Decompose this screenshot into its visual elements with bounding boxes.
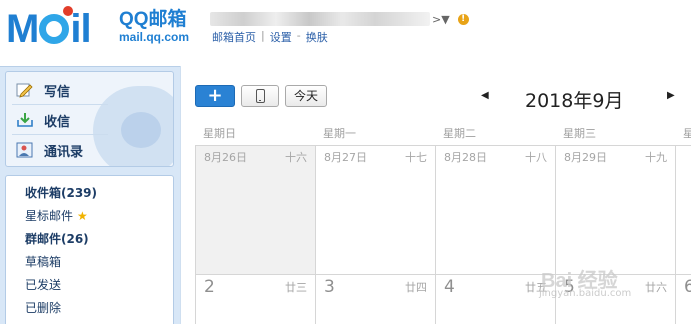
qq-mail-logo[interactable]: Mil bbox=[6, 6, 92, 51]
phone-icon bbox=[255, 89, 265, 103]
receive-label: 收信 bbox=[44, 114, 71, 130]
folder-deleted[interactable]: 已删除 bbox=[6, 297, 173, 320]
logo-dot-icon bbox=[63, 6, 73, 16]
folder-label: 已发送 bbox=[25, 278, 62, 292]
folder-label: 已删除 bbox=[25, 301, 62, 315]
mailbox-home-link[interactable]: 邮箱首页 bbox=[212, 29, 256, 45]
logo-wordmark: Mil bbox=[6, 6, 92, 51]
compose-label: 写信 bbox=[44, 84, 71, 100]
calendar-main: + 今天 ◀ 2018年9月 ▶ 星期日 星期一 星期二 星期三 星期四 8月2… bbox=[180, 66, 691, 324]
calendar-day-cell[interactable]: 8月27日 十七 bbox=[316, 146, 436, 275]
switch-skin-link[interactable]: 换肤 bbox=[306, 29, 328, 45]
weekday-label: 星期四 bbox=[683, 127, 691, 140]
compose-button[interactable]: 写信 bbox=[16, 78, 70, 102]
calendar-day-cell[interactable]: 3 廿四 bbox=[316, 275, 436, 324]
folder-sent[interactable]: 已发送 bbox=[6, 274, 173, 297]
lunar-date: 十七 bbox=[405, 151, 427, 164]
calendar-day-cell[interactable]: 8月26日 十六 bbox=[196, 146, 316, 275]
settings-link[interactable]: 设置 bbox=[270, 29, 292, 45]
lunar-date: 十八 bbox=[525, 151, 547, 164]
weekday-header: 星期日 星期一 星期二 星期三 星期四 bbox=[195, 123, 691, 145]
calendar-day-cell[interactable]: 5 廿六 bbox=[556, 275, 676, 324]
month-title: 2018年9月 bbox=[525, 90, 624, 112]
day-number: 2 bbox=[204, 277, 215, 297]
next-month-arrow-icon[interactable]: ▶ bbox=[667, 90, 675, 101]
folder-drafts[interactable]: 草稿箱 bbox=[6, 251, 173, 274]
star-icon: ★ bbox=[77, 209, 88, 223]
weekday-label: 星期三 bbox=[563, 127, 596, 140]
quick-divider bbox=[12, 134, 108, 135]
calendar-day-cell[interactable] bbox=[676, 146, 691, 275]
sidebar: 写信 收信 通讯录 收件箱(239) 星标邮件 ★ 群邮件(26) 草稿箱 已发… bbox=[0, 66, 180, 324]
weekday-label: 星期二 bbox=[443, 127, 476, 140]
qq-penguin-decoration-face bbox=[121, 112, 161, 148]
day-number: 8月26日 bbox=[204, 151, 247, 164]
lunar-date: 十六 bbox=[285, 151, 307, 164]
brand-name: QQ邮箱 bbox=[119, 9, 187, 30]
lunar-date: 廿五 bbox=[525, 281, 547, 294]
lunar-date: 廿六 bbox=[645, 281, 667, 294]
pencil-icon bbox=[16, 82, 34, 98]
day-number: 8月27日 bbox=[324, 151, 367, 164]
address-book-icon bbox=[16, 142, 34, 158]
folder-list: 收件箱(239) 星标邮件 ★ 群邮件(26) 草稿箱 已发送 已删除 bbox=[5, 175, 174, 324]
user-account-name-redacted bbox=[210, 12, 430, 26]
folder-group-mail[interactable]: 群邮件(26) bbox=[6, 228, 173, 251]
qq-mail-calendar-page: Mil QQ邮箱 mail.qq.com >▼ ! 邮箱首页 | 设置 - 换肤 bbox=[0, 0, 691, 324]
calendar-day-cell[interactable]: 4 廿五 bbox=[436, 275, 556, 324]
day-number: 8月28日 bbox=[444, 151, 487, 164]
top-links: 邮箱首页 | 设置 - 换肤 bbox=[212, 29, 328, 45]
calendar-day-cell[interactable]: 6 bbox=[676, 275, 691, 324]
day-number: 3 bbox=[324, 277, 335, 297]
folder-label: 星标邮件 bbox=[25, 209, 74, 223]
quick-divider bbox=[12, 104, 108, 105]
inbox-download-icon bbox=[16, 112, 34, 128]
weekday-label: 星期日 bbox=[203, 127, 236, 140]
folder-label: 收件箱(239) bbox=[25, 186, 98, 200]
calendar-toolbar: + 今天 bbox=[195, 84, 328, 108]
day-number: 4 bbox=[444, 277, 455, 297]
calendar-day-cell[interactable]: 2 廿三 bbox=[196, 275, 316, 324]
warning-icon[interactable]: ! bbox=[457, 13, 469, 25]
mobile-sync-button[interactable] bbox=[241, 85, 279, 107]
calendar-day-cell[interactable]: 8月29日 十九 bbox=[556, 146, 676, 275]
lunar-date: 廿三 bbox=[285, 281, 307, 294]
calendar-grid: 8月26日 十六 8月27日 十七 8月28日 十八 8月29日 十九 2 廿三 bbox=[195, 145, 691, 324]
folder-label: 草稿箱 bbox=[25, 255, 62, 269]
lunar-date: 廿四 bbox=[405, 281, 427, 294]
user-account-bar[interactable]: >▼ ! bbox=[210, 10, 469, 28]
contacts-button[interactable]: 通讯录 bbox=[16, 138, 83, 162]
link-separator: | bbox=[261, 29, 265, 42]
today-button[interactable]: 今天 bbox=[285, 85, 328, 107]
contacts-label: 通讯录 bbox=[44, 144, 84, 160]
brand-domain: mail.qq.com bbox=[119, 30, 190, 44]
account-menu-caret[interactable]: >▼ bbox=[432, 13, 450, 26]
link-dash: - bbox=[296, 29, 301, 42]
calendar-day-cell[interactable]: 8月28日 十八 bbox=[436, 146, 556, 275]
folder-starred[interactable]: 星标邮件 ★ bbox=[6, 205, 173, 228]
add-event-button[interactable]: + bbox=[195, 85, 235, 107]
lunar-date: 十九 bbox=[645, 151, 667, 164]
folder-label: 群邮件(26) bbox=[25, 232, 89, 246]
day-number: 8月29日 bbox=[564, 151, 607, 164]
weekday-label: 星期一 bbox=[323, 127, 356, 140]
logo-brand: QQ邮箱 mail.qq.com bbox=[119, 9, 209, 45]
quick-actions-panel: 写信 收信 通讯录 bbox=[5, 71, 174, 167]
day-number: 5 bbox=[564, 277, 575, 297]
folder-inbox[interactable]: 收件箱(239) bbox=[6, 182, 173, 205]
day-number: 6 bbox=[684, 277, 691, 297]
receive-button[interactable]: 收信 bbox=[16, 108, 70, 132]
header: Mil QQ邮箱 mail.qq.com >▼ ! 邮箱首页 | 设置 - 换肤 bbox=[0, 0, 691, 66]
prev-month-arrow-icon[interactable]: ◀ bbox=[481, 90, 489, 101]
